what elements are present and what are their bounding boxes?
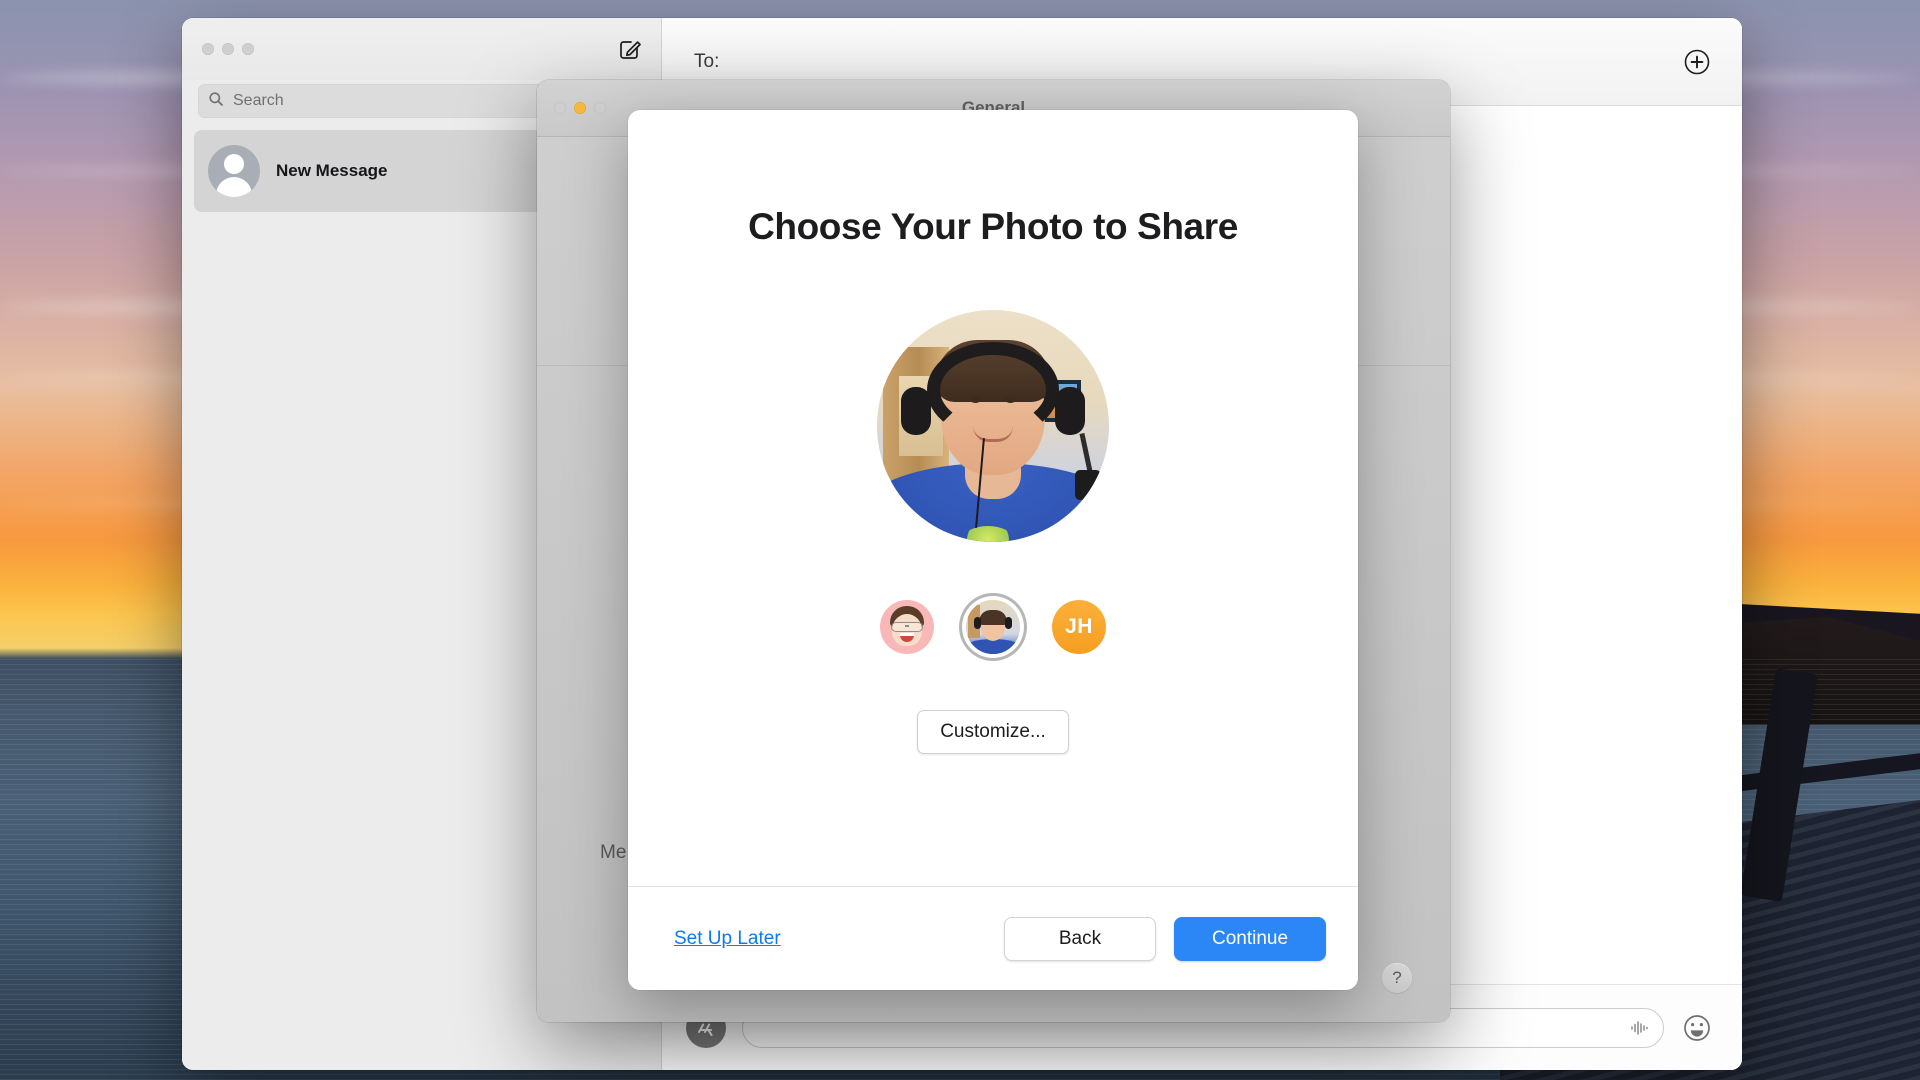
avatar-options-row: JH bbox=[880, 600, 1106, 654]
to-field-label: To: bbox=[694, 51, 719, 73]
back-button[interactable]: Back bbox=[1004, 917, 1156, 961]
hero-photo-preview bbox=[877, 310, 1109, 542]
photo-headphone-cup bbox=[901, 387, 931, 435]
set-up-later-link[interactable]: Set Up Later bbox=[674, 928, 781, 950]
photo-headphone-band bbox=[927, 342, 1059, 438]
audio-waveform-icon[interactable] bbox=[1629, 1017, 1651, 1039]
settings-background-label: Me bbox=[600, 842, 626, 864]
photo-microphone bbox=[1075, 470, 1101, 500]
search-icon bbox=[208, 91, 224, 112]
initials-avatar-option[interactable]: JH bbox=[1052, 600, 1106, 654]
sheet-content: Choose Your Photo to Share bbox=[628, 110, 1358, 886]
sheet-footer: Set Up Later Back Continue bbox=[628, 886, 1358, 990]
traffic-lights[interactable] bbox=[202, 43, 254, 55]
avatar-initials-label: JH bbox=[1065, 615, 1093, 639]
conversation-title: New Message bbox=[276, 161, 388, 181]
person-placeholder-icon bbox=[208, 145, 260, 197]
photo-headphone-cup bbox=[1055, 387, 1085, 435]
close-button[interactable] bbox=[202, 43, 214, 55]
photo-eye bbox=[1005, 396, 1016, 403]
help-button[interactable]: ? bbox=[1382, 963, 1412, 993]
memoji-avatar-option[interactable] bbox=[880, 600, 934, 654]
choose-photo-sheet: Choose Your Photo to Share bbox=[628, 110, 1358, 990]
minimize-button[interactable] bbox=[222, 43, 234, 55]
photo-avatar-option[interactable] bbox=[966, 600, 1020, 654]
sheet-title: Choose Your Photo to Share bbox=[748, 206, 1238, 248]
continue-button[interactable]: Continue bbox=[1174, 917, 1326, 961]
zoom-button[interactable] bbox=[242, 43, 254, 55]
plus-circle-icon[interactable] bbox=[1682, 47, 1712, 77]
customize-button[interactable]: Customize... bbox=[917, 710, 1069, 754]
compose-icon[interactable] bbox=[617, 36, 643, 62]
search-placeholder: Search bbox=[233, 92, 284, 110]
smiley-face-icon[interactable] bbox=[1680, 1011, 1714, 1045]
messages-titlebar bbox=[182, 18, 661, 80]
footer-actions: Back Continue bbox=[1004, 917, 1326, 961]
photo-eye bbox=[970, 396, 981, 403]
